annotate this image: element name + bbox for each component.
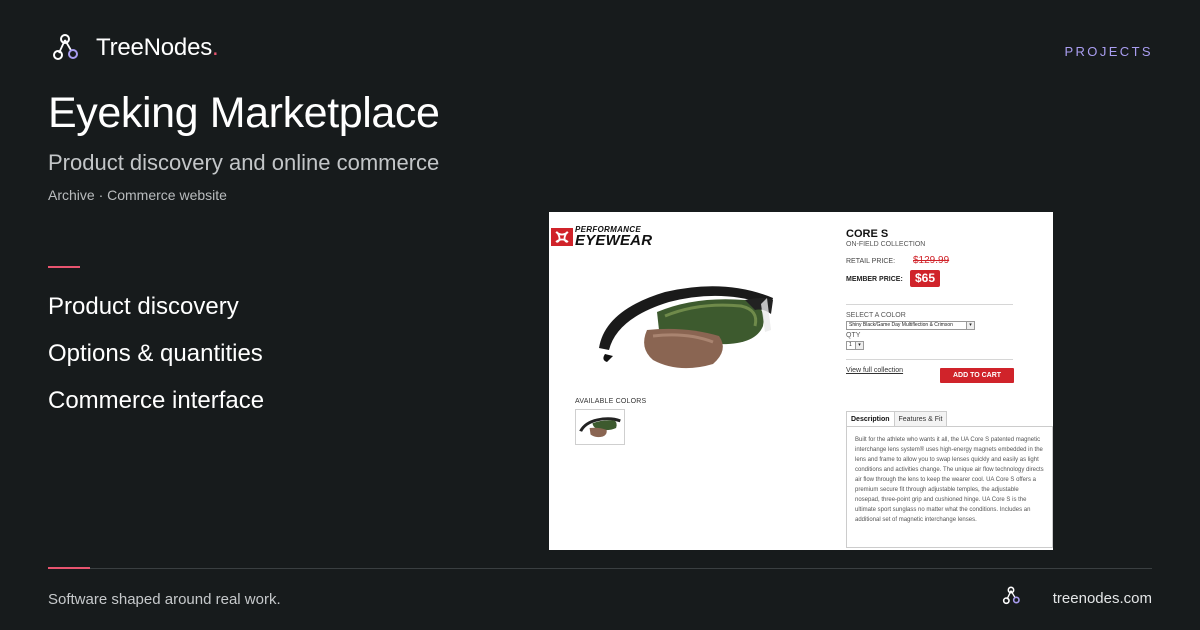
divider bbox=[846, 304, 1013, 305]
nav-projects-link[interactable]: PROJECTS bbox=[1064, 44, 1153, 59]
description-panel: Built for the athlete who wants it all, … bbox=[846, 426, 1053, 548]
feature-item: Options & quantities bbox=[48, 340, 263, 367]
divider bbox=[846, 359, 1013, 360]
tab-features-fit[interactable]: Features & Fit bbox=[893, 411, 948, 427]
tab-description[interactable]: Description bbox=[846, 411, 895, 427]
feature-list: Product discovery Options & quantities C… bbox=[48, 292, 264, 433]
qty-label: QTY bbox=[846, 332, 861, 339]
chevron-down-icon: ▾ bbox=[966, 322, 974, 329]
chevron-down-icon: ▾ bbox=[855, 342, 863, 349]
member-price-badge: $65 bbox=[910, 270, 941, 287]
brand-name: TreeNodes bbox=[96, 34, 213, 61]
member-price-label: MEMBER PRICE: bbox=[846, 276, 903, 283]
page-title: Eyeking Marketplace bbox=[48, 89, 440, 137]
brand[interactable]: TreeNodes . bbox=[50, 33, 219, 63]
qty-select[interactable]: 1 ▾ bbox=[846, 341, 864, 350]
ua-logo-icon bbox=[551, 228, 573, 246]
sunglasses-product-image bbox=[599, 286, 773, 369]
footer-tagline: Software shaped around real work. bbox=[48, 591, 281, 608]
product-tabs: Description Features & Fit bbox=[846, 411, 948, 427]
available-colors-label: AVAILABLE COLORS bbox=[575, 398, 647, 405]
footer-accent bbox=[48, 567, 90, 569]
feature-item: Product discovery bbox=[48, 293, 239, 320]
brand-dot: . bbox=[212, 34, 219, 61]
retail-price: $129.99 bbox=[913, 255, 950, 266]
ua-performance-eyewear-logo: PERFORMANCE EYEWEAR bbox=[551, 226, 652, 248]
logo-line2: EYEWEAR bbox=[575, 232, 653, 249]
color-select[interactable]: Shiny Black/Game Day Multiflection & Cri… bbox=[846, 321, 975, 330]
add-to-cart-button[interactable]: ADD TO CART bbox=[940, 368, 1014, 383]
retail-price-label: RETAIL PRICE: bbox=[846, 258, 896, 265]
product-screenshot: PERFORMANCE EYEWEAR AVAILABLE COLORS COR… bbox=[549, 212, 1053, 550]
footer-divider bbox=[48, 568, 1152, 569]
select-color-label: SELECT A COLOR bbox=[846, 312, 906, 319]
color-select-value: Shiny Black/Game Day Multiflection & Cri… bbox=[849, 322, 953, 328]
treenodes-logo-icon bbox=[53, 34, 78, 60]
qty-select-value: 1 bbox=[849, 342, 852, 348]
footer-url-link[interactable]: treenodes.com bbox=[1053, 590, 1152, 607]
color-swatch-thumbnail[interactable] bbox=[575, 409, 625, 445]
page-meta: Archive · Commerce website bbox=[48, 187, 227, 203]
product-collection: ON-FIELD COLLECTION bbox=[846, 241, 926, 248]
product-name: CORE S bbox=[846, 228, 889, 240]
treenodes-footer-icon bbox=[1002, 586, 1020, 605]
view-collection-link[interactable]: View full collection bbox=[846, 367, 903, 374]
accent-divider bbox=[48, 266, 80, 268]
page-subtitle: Product discovery and online commerce bbox=[48, 150, 440, 175]
feature-item: Commerce interface bbox=[48, 387, 265, 414]
